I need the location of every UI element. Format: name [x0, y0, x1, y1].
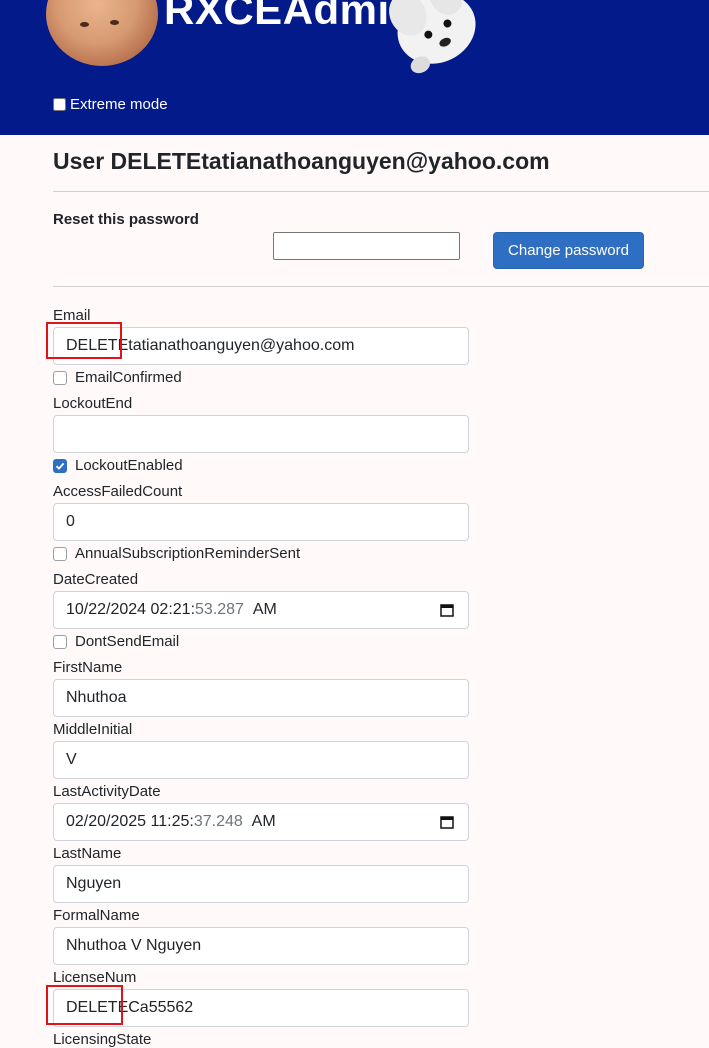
annual-reminder-label: AnnualSubscriptionReminderSent [75, 545, 301, 562]
last-name-label: LastName [53, 845, 122, 862]
checkbox-box[interactable] [53, 546, 67, 561]
annual-reminder-checkbox[interactable]: AnnualSubscriptionReminderSent [53, 545, 300, 562]
lockout-enabled-label: LockoutEnabled [75, 457, 183, 474]
page-title: User DELETEtatianathoanguyen@yahoo.com [53, 148, 550, 174]
date-created-value: 10/22/2024 02:21: [66, 601, 196, 618]
highlight-box [46, 985, 123, 1025]
formal-name-field[interactable]: Nhuthoa V Nguyen [53, 927, 469, 965]
lockout-end-field[interactable] [53, 415, 469, 453]
calendar-icon[interactable] [440, 815, 454, 829]
highlight-box [46, 322, 122, 359]
first-name-field[interactable]: Nhuthoa [53, 679, 469, 717]
lockout-enabled-checkbox[interactable]: LockoutEnabled [53, 457, 183, 474]
first-name-label: FirstName [53, 659, 123, 676]
extreme-mode-toggle[interactable]: Extreme mode [53, 96, 168, 113]
dont-send-email-label: DontSendEmail [75, 633, 180, 650]
middle-initial-label: MiddleInitial [53, 721, 133, 738]
middle-initial-field[interactable]: V [53, 741, 469, 779]
last-activity-date-label: LastActivityDate [53, 783, 161, 800]
last-name-field[interactable]: Nguyen [53, 865, 469, 903]
email-confirmed-checkbox[interactable]: EmailConfirmed [53, 369, 182, 386]
divider [53, 191, 709, 192]
date-created-label: DateCreated [53, 571, 139, 588]
lockout-end-label: LockoutEnd [53, 395, 133, 412]
date-created-field[interactable]: 10/22/2024 02:21:53.287 AM [53, 591, 469, 629]
change-password-button[interactable]: Change password [493, 232, 644, 269]
reset-password-label: Reset this password [53, 211, 199, 228]
app-header: RXCEAdmin Extreme mode [0, 0, 709, 135]
access-failed-count-label: AccessFailedCount [53, 483, 183, 500]
last-activity-date-value: 02/20/2025 11:25: [66, 813, 194, 830]
extreme-mode-label: Extreme mode [70, 96, 168, 113]
divider [53, 286, 709, 287]
dog-photo [389, 0, 476, 74]
date-created-ampm: AM [252, 601, 277, 618]
dont-send-email-checkbox[interactable]: DontSendEmail [53, 633, 179, 650]
checkbox-box-checked[interactable] [53, 458, 67, 473]
new-password-input[interactable] [273, 232, 460, 260]
last-activity-date-ampm: AM [251, 813, 276, 830]
last-activity-date-field[interactable]: 02/20/2025 11:25:37.248 AM [53, 803, 469, 841]
calendar-icon[interactable] [440, 603, 454, 617]
access-failed-count-field[interactable]: 0 [53, 503, 469, 541]
licensing-state-label: LicensingState [53, 1031, 152, 1048]
date-created-ms: 53.287 [195, 601, 244, 618]
extreme-mode-checkbox[interactable] [53, 98, 66, 111]
license-num-label: LicenseNum [53, 969, 137, 986]
last-activity-date-ms: 37.248 [193, 813, 243, 830]
checkbox-box[interactable] [53, 634, 67, 649]
checkbox-box[interactable] [53, 370, 67, 385]
user-photo [46, 0, 158, 66]
check-icon [55, 462, 65, 470]
formal-name-label: FormalName [53, 907, 140, 924]
email-confirmed-label: EmailConfirmed [75, 369, 182, 386]
